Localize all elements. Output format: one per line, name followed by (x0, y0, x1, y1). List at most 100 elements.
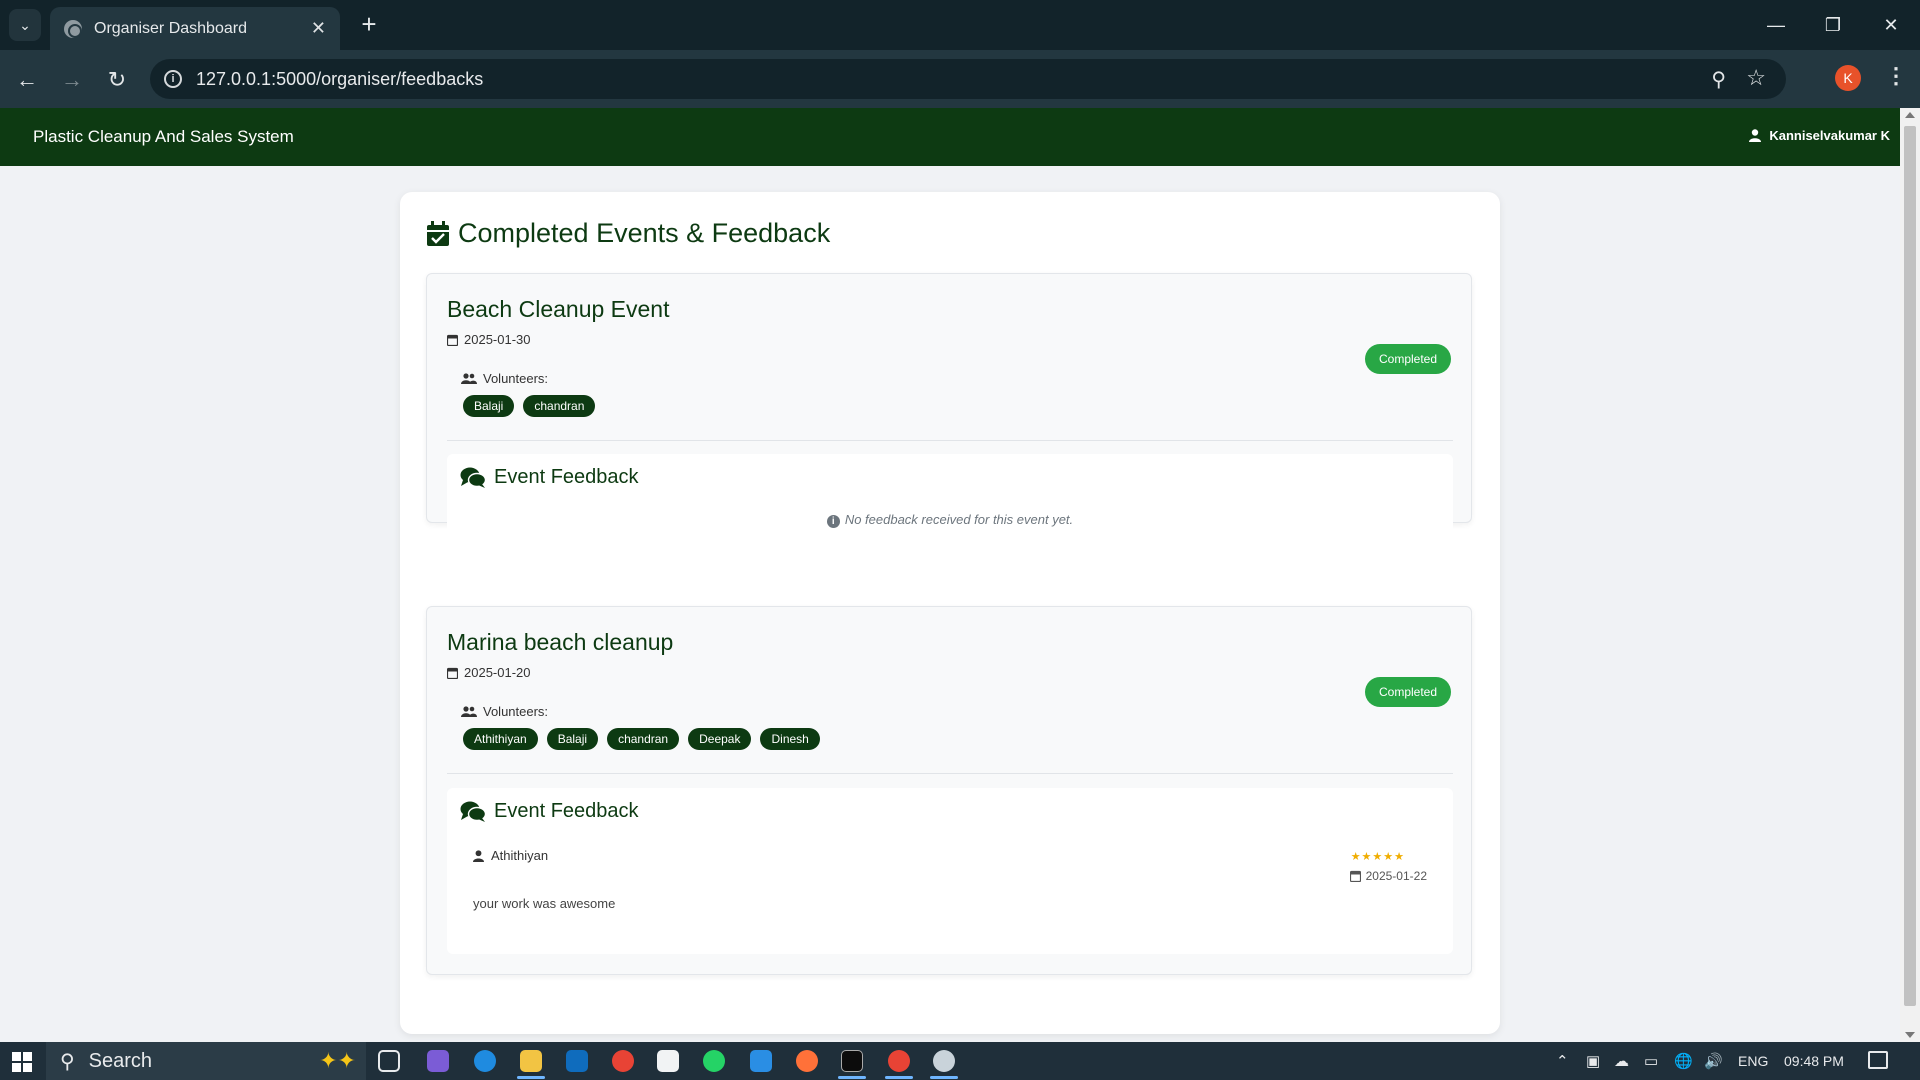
event-name: Marina beach cleanup (447, 629, 674, 655)
volunteer-pill: Balaji (546, 728, 599, 750)
volume-icon[interactable]: 🔊 (1704, 1052, 1723, 1070)
microsoft-store-icon[interactable] (657, 1050, 679, 1072)
network-icon[interactable]: 🌐 (1674, 1052, 1693, 1070)
calendar-icon (1349, 870, 1361, 882)
site-info-icon[interactable]: i (164, 70, 182, 88)
vscode-icon[interactable] (750, 1050, 772, 1072)
globe-icon (64, 19, 82, 38)
user-icon (1749, 129, 1762, 142)
windows-start-icon[interactable] (12, 1052, 32, 1072)
calendar-check-icon (427, 220, 449, 246)
event-date: 2025-01-20 (447, 665, 531, 680)
feedback-author-name: Athithiyan (491, 848, 549, 863)
search-icon: ⚲ (60, 1050, 75, 1073)
feedback-title-text: Event Feedback (494, 800, 639, 822)
zoom-icon[interactable]: ⚲ (1711, 67, 1726, 92)
edge-icon[interactable] (474, 1050, 496, 1072)
active-indicator (930, 1076, 958, 1079)
feedback-date: 2025-01-22 (1349, 869, 1427, 883)
back-button[interactable]: ← (12, 65, 42, 95)
outlook-icon[interactable] (566, 1050, 588, 1072)
bookmark-star-icon[interactable]: ☆ (1746, 65, 1766, 91)
taskbar-search-label: Search (88, 1049, 153, 1072)
scroll-up-arrow-icon[interactable] (1905, 112, 1915, 118)
scrollbar-thumb[interactable] (1904, 126, 1916, 1006)
page-title-text: Completed Events & Feedback (458, 218, 831, 248)
tab-search-button[interactable]: ⌄ (9, 9, 41, 41)
whatsapp-icon[interactable] (703, 1050, 725, 1072)
volunteers-label: Volunteers: (461, 704, 548, 719)
user-menu[interactable]: Kanniselvakumar K (1749, 128, 1890, 143)
windows-taskbar: ⚲ Search ✦✦ ⌃ ▣ ☁ ▭ 🌐 🔊 ENG 09:48 PM (0, 1042, 1920, 1080)
feedback-box: Event Feedback Athithiyan ★★★★★ 2025-01-… (447, 788, 1453, 954)
event-date: 2025-01-30 (447, 332, 531, 347)
feedback-title: Event Feedback (460, 466, 639, 489)
feedback-title: Event Feedback (460, 800, 639, 823)
browser-tab[interactable]: Organiser Dashboard ✕ (50, 7, 340, 50)
page-title: Completed Events & Feedback (426, 218, 830, 249)
event-name: Beach Cleanup Event (447, 296, 670, 322)
page-scrollbar[interactable] (1900, 108, 1920, 1042)
file-explorer-icon[interactable] (520, 1050, 542, 1072)
close-window-button[interactable]: ✕ (1868, 10, 1914, 40)
volunteers-label-text: Volunteers: (483, 371, 549, 386)
volunteer-pill: Dinesh (760, 728, 820, 750)
clock[interactable]: 09:48 PM (1784, 1053, 1844, 1069)
comments-icon (460, 801, 486, 822)
reload-button[interactable]: ↻ (102, 65, 132, 95)
language-indicator[interactable]: ENG (1738, 1053, 1768, 1069)
status-badge: Completed (1365, 677, 1451, 707)
user-name: Kanniselvakumar K (1769, 128, 1890, 143)
app-icon[interactable] (933, 1050, 955, 1072)
browser-tab-bar: ⌄ Organiser Dashboard ✕ + — ❐ ✕ (0, 0, 1920, 50)
volunteer-pill: chandran (607, 728, 680, 750)
active-indicator (838, 1076, 866, 1079)
volunteer-list: Athithiyan Balaji chandran Deepak Dinesh (463, 728, 820, 750)
url-text[interactable]: 127.0.0.1:5000/organiser/feedbacks (196, 69, 483, 90)
calendar-icon (447, 667, 458, 679)
volunteers-label-text: Volunteers: (483, 704, 549, 719)
divider (447, 773, 1453, 774)
meet-icon[interactable]: ▣ (1586, 1052, 1600, 1070)
event-date-text: 2025-01-30 (464, 332, 531, 347)
tab-title: Organiser Dashboard (94, 19, 247, 37)
site-navbar: Plastic Cleanup And Sales System Kannise… (0, 108, 1900, 166)
user-icon (473, 849, 484, 862)
browser-menu-icon[interactable]: ⋮ (1885, 63, 1907, 89)
feedback-box: Event Feedback i No feedback received for… (447, 454, 1453, 558)
volunteer-pill: Athithiyan (463, 728, 538, 750)
users-icon (461, 372, 477, 384)
active-indicator (517, 1076, 545, 1079)
chrome-icon[interactable] (612, 1050, 634, 1072)
profile-avatar[interactable]: K (1835, 65, 1861, 91)
site-brand[interactable]: Plastic Cleanup And Sales System (33, 127, 294, 147)
new-tab-button[interactable]: + (355, 10, 383, 38)
copilot-sparkle-icon: ✦✦ (319, 1048, 356, 1073)
show-hidden-icons-icon[interactable]: ⌃ (1556, 1052, 1569, 1070)
rating-stars: ★★★★★ (1350, 851, 1405, 863)
no-feedback-message: i No feedback received for this event yet… (447, 512, 1453, 528)
taskbar-search[interactable]: ⚲ Search ✦✦ (46, 1042, 366, 1080)
info-circle-icon: i (826, 515, 840, 528)
battery-icon[interactable]: ▭ (1644, 1052, 1658, 1070)
firefox-icon[interactable] (796, 1050, 818, 1072)
task-view-icon[interactable] (378, 1050, 400, 1072)
volunteer-pill: chandran (523, 395, 596, 417)
address-bar[interactable]: i 127.0.0.1:5000/organiser/feedbacks ⚲ ☆ (150, 59, 1786, 99)
restore-button[interactable]: ❐ (1810, 10, 1856, 40)
minimize-button[interactable]: — (1753, 10, 1799, 40)
feedback-author: Athithiyan (473, 848, 548, 863)
volunteer-pill: Balaji (463, 395, 515, 417)
calendar-icon (447, 334, 458, 346)
copilot-icon[interactable] (427, 1050, 449, 1072)
close-tab-icon[interactable]: ✕ (311, 18, 326, 39)
feedback-text: your work was awesome (473, 896, 616, 911)
onedrive-icon[interactable]: ☁ (1614, 1052, 1629, 1070)
scroll-down-arrow-icon[interactable] (1905, 1032, 1915, 1038)
chrome-active-icon[interactable] (888, 1050, 910, 1072)
terminal-icon[interactable] (841, 1050, 863, 1072)
event-date-text: 2025-01-20 (464, 665, 531, 680)
forward-button[interactable]: → (57, 65, 87, 95)
users-icon (461, 705, 477, 717)
notification-icon[interactable] (1868, 1051, 1888, 1069)
